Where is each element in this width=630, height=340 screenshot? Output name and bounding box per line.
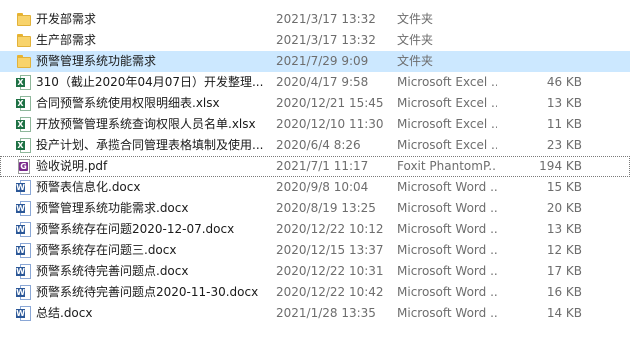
file-date: 2021/1/28 13:35 xyxy=(276,306,376,320)
file-type: Microsoft Word ... xyxy=(397,306,497,320)
file-name: 开发部需求 xyxy=(36,12,97,26)
file-date: 2020/12/22 10:42 xyxy=(276,285,384,299)
file-size: 23 KB xyxy=(546,138,582,152)
file-type: 文件夹 xyxy=(397,12,434,26)
file-date: 2021/3/17 13:32 xyxy=(276,12,376,26)
file-row-selected[interactable]: 预警管理系统功能需求 2021/7/29 9:09 文件夹 xyxy=(0,51,630,72)
file-name: 预警管理系统功能需求.docx xyxy=(36,201,189,215)
file-row-focused[interactable]: G 验收说明.pdf 2021/7/1 11:17 Foxit PhantomP… xyxy=(0,156,630,177)
file-date: 2021/7/1 11:17 xyxy=(276,159,369,173)
file-name: 预警系统存在问题2020-12-07.docx xyxy=(36,222,235,236)
file-type: Microsoft Excel ... xyxy=(397,96,497,110)
file-type: Microsoft Word ... xyxy=(397,243,497,257)
file-row[interactable]: W 总结.docx 2021/1/28 13:35 Microsoft Word… xyxy=(0,303,630,324)
file-type: Microsoft Word ... xyxy=(397,222,497,236)
file-date: 2020/4/17 9:58 xyxy=(276,75,369,89)
file-type: Foxit PhantomP... xyxy=(397,159,497,173)
file-name: 预警系统待完善问题点2020-11-30.docx xyxy=(36,285,259,299)
file-size: 17 KB xyxy=(546,264,582,278)
word-icon: W xyxy=(16,240,32,261)
file-name: 生产部需求 xyxy=(36,33,97,47)
file-date: 2020/8/19 13:25 xyxy=(276,201,376,215)
excel-icon: X xyxy=(16,114,32,135)
file-date: 2021/3/17 13:32 xyxy=(276,33,376,47)
word-icon: W xyxy=(16,303,32,324)
file-type: 文件夹 xyxy=(397,54,434,68)
file-row[interactable]: W 预警系统存在问题2020-12-07.docx 2020/12/22 10:… xyxy=(0,219,630,240)
file-row[interactable]: W 预警系统存在问题三.docx 2020/12/15 13:37 Micros… xyxy=(0,240,630,261)
file-row[interactable]: W 预警系统待完善问题点.docx 2020/12/22 10:31 Micro… xyxy=(0,261,630,282)
file-type: Microsoft Word ... xyxy=(397,201,497,215)
word-icon: W xyxy=(16,282,32,303)
file-size: 14 KB xyxy=(546,306,582,320)
file-name: 验收说明.pdf xyxy=(36,159,108,173)
file-name: 总结.docx xyxy=(36,306,93,320)
file-row[interactable]: W 预警系统待完善问题点2020-11-30.docx 2020/12/22 1… xyxy=(0,282,630,303)
folder-icon xyxy=(16,30,32,51)
file-date: 2020/9/8 10:04 xyxy=(276,180,369,194)
file-name: 预警表信息化.docx xyxy=(36,180,141,194)
file-name: 投产计划、承揽合同管理表格填制及使用... xyxy=(36,138,264,152)
file-size: 20 KB xyxy=(546,201,582,215)
file-type: Microsoft Excel ... xyxy=(397,117,497,131)
file-type: Microsoft Word ... xyxy=(397,264,497,278)
file-row[interactable]: X 合同预警系统使用权限明细表.xlsx 2020/12/21 15:45 Mi… xyxy=(0,93,630,114)
file-row[interactable]: W 预警表信息化.docx 2020/9/8 10:04 Microsoft W… xyxy=(0,177,630,198)
file-date: 2020/12/10 11:30 xyxy=(276,117,384,131)
folder-icon xyxy=(16,51,32,72)
file-name: 合同预警系统使用权限明细表.xlsx xyxy=(36,96,220,110)
word-icon: W xyxy=(16,177,32,198)
file-size: 46 KB xyxy=(546,75,582,89)
file-size: 13 KB xyxy=(546,96,582,110)
file-name: 预警系统待完善问题点.docx xyxy=(36,264,189,278)
excel-icon: X xyxy=(16,93,32,114)
folder-icon xyxy=(16,9,32,30)
file-size: 11 KB xyxy=(546,117,582,131)
file-name: 预警系统存在问题三.docx xyxy=(36,243,177,257)
file-size: 194 KB xyxy=(539,159,582,173)
file-date: 2020/12/15 13:37 xyxy=(276,243,384,257)
word-icon: W xyxy=(16,219,32,240)
file-type: Microsoft Excel ... xyxy=(397,138,497,152)
file-date: 2020/6/4 8:26 xyxy=(276,138,361,152)
file-size: 13 KB xyxy=(546,222,582,236)
pdf-icon: G xyxy=(16,156,32,177)
excel-icon: X xyxy=(16,135,32,156)
file-name: 310（截止2020年04月07日）开发整理... xyxy=(36,75,264,89)
file-row[interactable]: 开发部需求 2021/3/17 13:32 文件夹 xyxy=(0,9,630,30)
file-size: 15 KB xyxy=(546,180,582,194)
file-row[interactable]: W 预警管理系统功能需求.docx 2020/8/19 13:25 Micros… xyxy=(0,198,630,219)
file-date: 2020/12/22 10:12 xyxy=(276,222,384,236)
file-row[interactable]: X 投产计划、承揽合同管理表格填制及使用... 2020/6/4 8:26 Mi… xyxy=(0,135,630,156)
file-name: 预警管理系统功能需求 xyxy=(36,54,157,68)
word-icon: W xyxy=(16,198,32,219)
file-date: 2021/7/29 9:09 xyxy=(276,54,369,68)
file-list: 开发部需求 2021/3/17 13:32 文件夹 生产部需求 2021/3/1… xyxy=(0,9,630,324)
file-type: Microsoft Word ... xyxy=(397,180,497,194)
file-type: Microsoft Word ... xyxy=(397,285,497,299)
file-type: Microsoft Excel ... xyxy=(397,75,497,89)
file-name: 开放预警管理系统查询权限人员名单.xlsx xyxy=(36,117,256,131)
file-row[interactable]: X 310（截止2020年04月07日）开发整理... 2020/4/17 9:… xyxy=(0,72,630,93)
file-size: 12 KB xyxy=(546,243,582,257)
word-icon: W xyxy=(16,261,32,282)
file-size: 16 KB xyxy=(546,285,582,299)
file-date: 2020/12/21 15:45 xyxy=(276,96,384,110)
excel-icon: X xyxy=(16,72,32,93)
file-date: 2020/12/22 10:31 xyxy=(276,264,384,278)
file-type: 文件夹 xyxy=(397,33,434,47)
file-row[interactable]: X 开放预警管理系统查询权限人员名单.xlsx 2020/12/10 11:30… xyxy=(0,114,630,135)
file-row[interactable]: 生产部需求 2021/3/17 13:32 文件夹 xyxy=(0,30,630,51)
